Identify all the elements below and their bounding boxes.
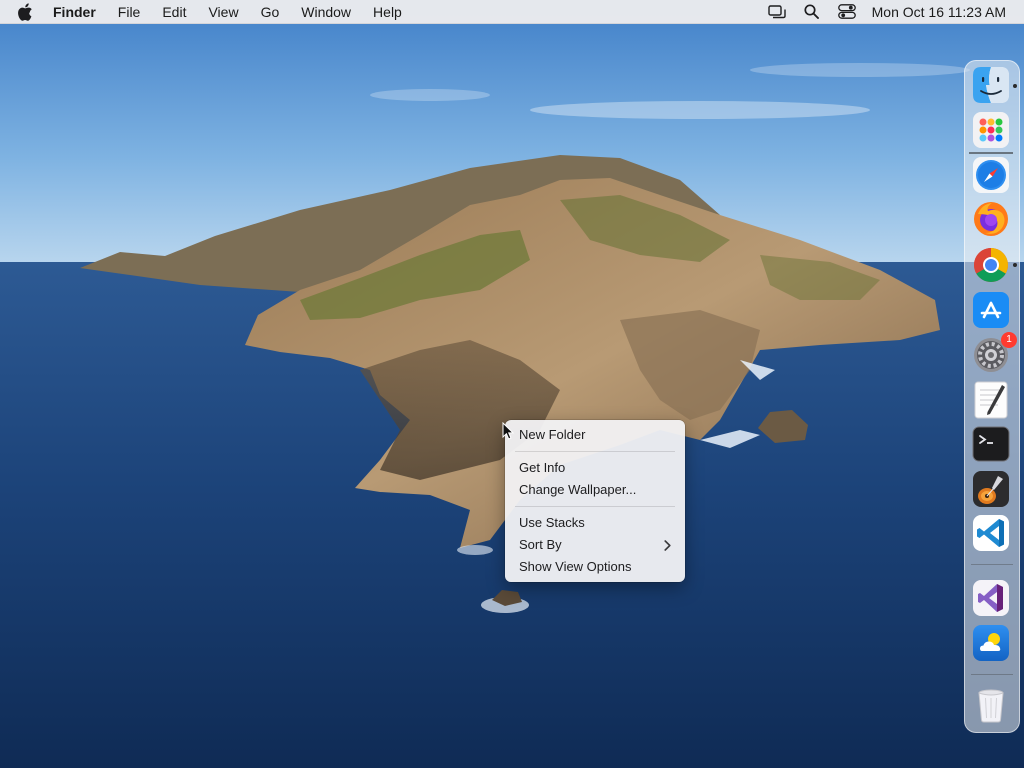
menu-go[interactable]: Go bbox=[250, 0, 291, 24]
dock-separator bbox=[971, 674, 1013, 675]
apple-menu-icon[interactable] bbox=[17, 2, 35, 21]
menu-separator bbox=[515, 506, 675, 507]
vscode-icon bbox=[973, 515, 1009, 551]
dock-launchpad[interactable] bbox=[972, 111, 1010, 149]
catalina-island-wallpaper bbox=[0, 0, 1024, 768]
desktop-context-menu: New Folder Get Info Change Wallpaper... … bbox=[505, 420, 685, 582]
running-indicator bbox=[1013, 263, 1017, 267]
menu-item-new-folder[interactable]: New Folder bbox=[505, 424, 685, 446]
menu-item-use-stacks[interactable]: Use Stacks bbox=[505, 512, 685, 534]
dock-system-settings[interactable]: 1 bbox=[972, 332, 1017, 374]
trash-icon bbox=[978, 689, 1004, 723]
menubar-clock[interactable]: Mon Oct 16 11:23 AM bbox=[872, 4, 1006, 20]
chrome-icon bbox=[974, 248, 1008, 282]
menu-help[interactable]: Help bbox=[362, 0, 413, 24]
dock-separator bbox=[971, 564, 1013, 565]
terminal-icon bbox=[972, 426, 1010, 462]
dock-weather[interactable] bbox=[972, 624, 1010, 662]
dock-app-store[interactable] bbox=[972, 291, 1010, 329]
garageband-icon bbox=[973, 471, 1009, 507]
dock-textedit[interactable] bbox=[972, 381, 1010, 419]
control-center-icon[interactable] bbox=[837, 3, 856, 21]
safari-icon bbox=[973, 157, 1009, 193]
menu-separator bbox=[515, 451, 675, 452]
dock-terminal[interactable] bbox=[972, 425, 1010, 463]
dock-vscode[interactable] bbox=[972, 514, 1010, 552]
launchpad-icon bbox=[973, 112, 1009, 148]
search-icon[interactable] bbox=[803, 3, 821, 21]
menu-edit[interactable]: Edit bbox=[151, 0, 197, 24]
menu-item-get-info[interactable]: Get Info bbox=[505, 457, 685, 479]
textedit-icon bbox=[974, 381, 1008, 419]
menu-item-sort-by[interactable]: Sort By bbox=[505, 534, 685, 556]
app-store-icon bbox=[973, 292, 1009, 328]
notification-badge: 1 bbox=[1001, 332, 1017, 348]
screen-mirroring-icon[interactable] bbox=[767, 3, 786, 21]
dock-finder[interactable] bbox=[972, 66, 1010, 104]
dock: 1 bbox=[964, 60, 1020, 733]
menu-item-change-wallpaper[interactable]: Change Wallpaper... bbox=[505, 479, 685, 501]
menu-bar: Finder File Edit View Go Window Help Mon… bbox=[0, 0, 1024, 24]
dock-firefox[interactable] bbox=[972, 200, 1010, 238]
finder-icon bbox=[973, 67, 1009, 103]
dock-garageband[interactable] bbox=[972, 470, 1010, 508]
menu-view[interactable]: View bbox=[197, 0, 249, 24]
dock-chrome[interactable] bbox=[972, 246, 1010, 284]
desktop-wallpaper[interactable] bbox=[0, 0, 1024, 768]
mouse-pointer-icon bbox=[502, 421, 515, 440]
visual-studio-icon bbox=[973, 580, 1009, 616]
firefox-icon bbox=[974, 202, 1008, 236]
dock-trash[interactable] bbox=[972, 686, 1010, 724]
launchpad-shelf-line bbox=[969, 152, 1013, 154]
dock-visual-studio[interactable] bbox=[972, 579, 1010, 617]
dock-safari[interactable] bbox=[972, 156, 1010, 194]
menu-item-sort-by-label: Sort By bbox=[519, 537, 562, 552]
chevron-right-icon bbox=[664, 534, 671, 556]
menu-app-finder[interactable]: Finder bbox=[52, 0, 107, 24]
weather-icon bbox=[973, 625, 1009, 661]
menu-file[interactable]: File bbox=[107, 0, 152, 24]
menu-item-show-view-options[interactable]: Show View Options bbox=[505, 556, 685, 578]
running-indicator bbox=[1013, 84, 1017, 88]
menubar-status-area: Mon Oct 16 11:23 AM bbox=[751, 0, 1024, 24]
menu-window[interactable]: Window bbox=[290, 0, 362, 24]
